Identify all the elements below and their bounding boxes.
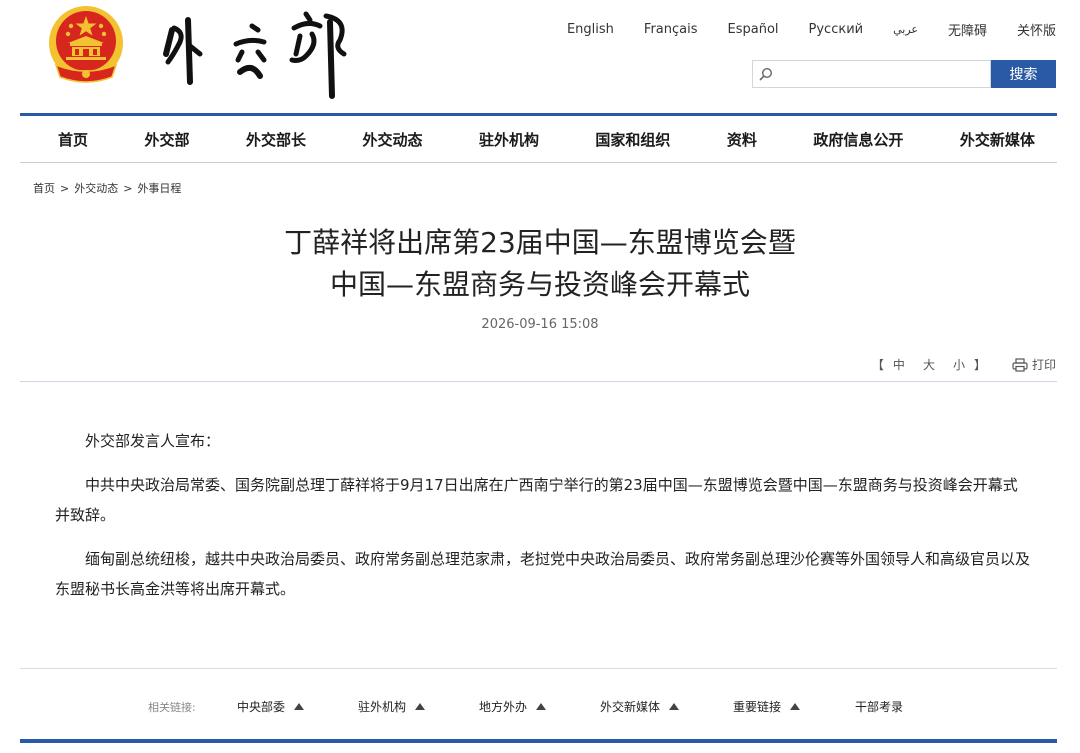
article-paragraph: 缅甸副总统纽梭，越共中央政治局委员、政府常务副总理范家肃，老挝党中央政治局委员、…	[55, 550, 1031, 598]
related-important-links-dropdown[interactable]: 重要链接	[733, 698, 801, 715]
related-item-label: 干部考录	[855, 700, 904, 714]
font-size-control: 【 中 大 小 】	[872, 356, 986, 373]
font-size-small-button[interactable]: 小	[953, 356, 965, 373]
article-paragraph: 外交部发言人宣布：	[85, 432, 221, 450]
article-title-line-2: 中国—东盟商务与投资峰会开幕式	[329, 268, 750, 301]
language-bar: English Français Español Русский عربي 无障…	[537, 20, 1056, 39]
nav-item-foreign-minister[interactable]: 外交部长	[246, 129, 306, 150]
article-title: 丁薛祥将出席第23届中国—东盟博览会暨 中国—东盟商务与投资峰会开幕式	[0, 222, 1080, 306]
breadcrumb-home[interactable]: 首页	[33, 180, 55, 196]
print-icon	[1012, 357, 1028, 372]
related-links-label: 相关链接:	[148, 701, 196, 714]
article-tools: 【 中 大 小 】 打印	[872, 356, 1056, 373]
lang-french-link[interactable]: Français	[644, 22, 698, 37]
related-central-ministries-dropdown[interactable]: 中央部委	[237, 698, 305, 715]
search-input[interactable]	[777, 62, 982, 86]
related-missions-overseas-dropdown[interactable]: 驻外机构	[358, 698, 426, 715]
triangle-up-icon	[294, 703, 305, 710]
print-button[interactable]: 打印	[1012, 356, 1056, 373]
footer-divider	[20, 668, 1057, 669]
breadcrumb-diplomatic-news[interactable]: 外交动态	[74, 180, 118, 196]
close-bracket: 】	[973, 358, 986, 372]
breadcrumb: 首页 > 外交动态 > 外事日程	[33, 180, 181, 196]
nav-item-ministry[interactable]: 外交部	[144, 129, 189, 150]
site-header: English Français Español Русский عربي 无障…	[0, 0, 1080, 112]
triangle-up-icon	[790, 703, 801, 710]
article-date: 2026-09-16 15:08	[481, 317, 599, 332]
font-size-large-button[interactable]: 大	[923, 356, 935, 373]
triangle-up-icon	[415, 703, 426, 710]
article-title-line-1: 丁薛祥将出席第23届中国—东盟博览会暨	[284, 226, 796, 259]
article-body: 外交部发言人宣布： 中共中央政治局常委、国务院副总理丁薛祥将于9月17日出席在广…	[55, 426, 1030, 618]
related-item-label: 重要链接	[733, 700, 782, 714]
nav-item-countries-organizations[interactable]: 国家和组织	[595, 129, 670, 150]
font-size-medium-button[interactable]: 中	[893, 356, 905, 373]
footer-bottom-bar	[20, 739, 1057, 743]
nav-item-diplomatic-news[interactable]: 外交动态	[362, 129, 422, 150]
related-cadre-recruitment-link[interactable]: 干部考录	[855, 698, 903, 715]
nav-item-missions-overseas[interactable]: 驻外机构	[479, 129, 539, 150]
search-button[interactable]: 搜索	[991, 60, 1056, 88]
elderly-care-version-link[interactable]: 关怀版	[1017, 20, 1056, 39]
lang-russian-link[interactable]: Русский	[809, 22, 864, 37]
related-new-media-dropdown[interactable]: 外交新媒体	[600, 698, 680, 715]
lang-spanish-link[interactable]: Español	[728, 22, 779, 37]
article-paragraph: 中共中央政治局常委、国务院副总理丁薛祥将于9月17日出席在广西南宁举行的第23届…	[55, 476, 1018, 524]
search-icon	[759, 66, 773, 85]
accessibility-link[interactable]: 无障碍	[948, 20, 987, 39]
nav-item-new-media[interactable]: 外交新媒体	[960, 129, 1035, 150]
related-item-label: 地方外办	[479, 700, 528, 714]
main-nav: 首页 外交部 外交部长 外交动态 驻外机构 国家和组织 资料 政府信息公开 外交…	[20, 116, 1057, 162]
lang-arabic-link[interactable]: عربي	[893, 23, 918, 36]
triangle-up-icon	[536, 703, 547, 710]
nav-item-government-information[interactable]: 政府信息公开	[813, 129, 903, 150]
related-item-label: 外交新媒体	[600, 700, 661, 714]
mfa-calligraphy-logo[interactable]	[160, 2, 360, 102]
national-emblem[interactable]	[46, 3, 126, 87]
print-label: 打印	[1031, 358, 1056, 372]
article-divider	[20, 381, 1057, 382]
breadcrumb-foreign-affairs-schedule[interactable]: 外事日程	[137, 180, 181, 196]
lang-english-link[interactable]: English	[567, 22, 614, 37]
related-item-label: 驻外机构	[358, 700, 407, 714]
nav-item-resources[interactable]: 资料	[727, 129, 757, 150]
related-local-foreign-affairs-dropdown[interactable]: 地方外办	[479, 698, 547, 715]
related-item-label: 中央部委	[237, 700, 286, 714]
breadcrumb-separator: >	[123, 181, 133, 195]
open-bracket: 【	[871, 358, 884, 372]
search-box	[752, 60, 991, 88]
related-links-bar: 相关链接: 中央部委 驻外机构 地方外办 外交新媒体 重要链接 干部考录	[0, 697, 1080, 717]
nav-bottom-divider	[20, 162, 1057, 163]
breadcrumb-separator: >	[60, 181, 70, 195]
triangle-up-icon	[669, 703, 680, 710]
nav-item-home[interactable]: 首页	[58, 129, 88, 150]
